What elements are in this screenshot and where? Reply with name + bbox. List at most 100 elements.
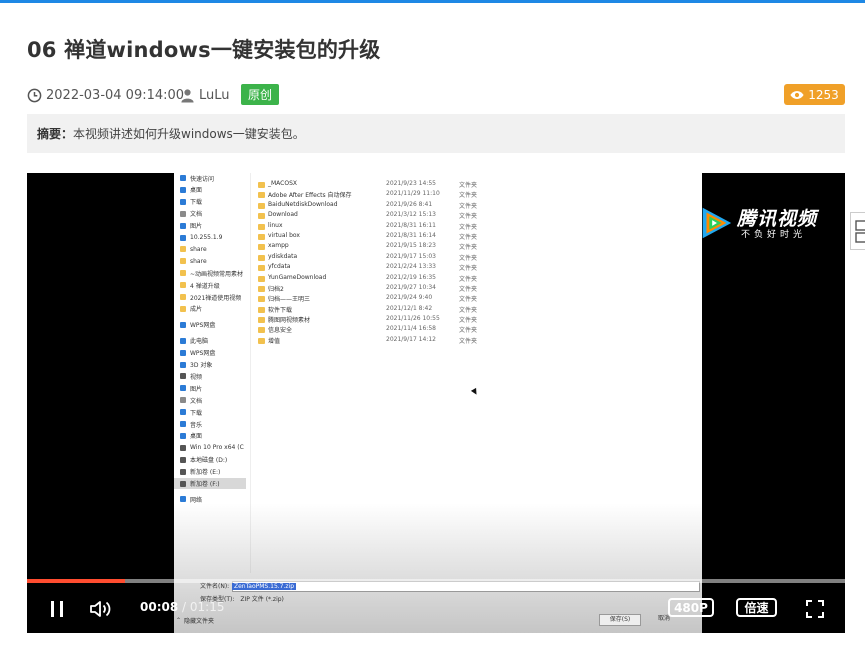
file-date: 2021/9/17 14:12 [386,335,436,343]
explorer-nav-item: 视频 [180,371,202,381]
nav-folder-icon [180,270,186,277]
file-date: 2021/9/26 8:41 [386,200,433,208]
clock-icon [27,88,42,102]
folder-icon [258,254,265,261]
explorer-nav-item: 音乐 [180,419,202,429]
nav-item-label: 10.255.1.9 [190,234,223,241]
nav-item-label: 3D 对象 [190,362,213,369]
explorer-nav-item: 新加卷 (F:) [180,479,220,489]
nav-folder-icon [180,294,186,300]
nav-item-label: 文档 [190,211,203,219]
explorer-file-row: Adobe After Effects 自动保存 2021/11/29 11:10… [258,190,698,200]
explorer-file-row: 增值 2021/9/17 14:12 文件夹 [258,336,698,346]
summary-text: 本视频讲述如何升级windows一键安装包。 [73,127,305,141]
explorer-nav-item: 文档 [180,395,202,405]
nav-folder-icon [180,496,186,503]
nav-item-label: 桌面 [190,187,203,195]
file-name: 归档2 [268,285,284,293]
folder-icon [258,192,265,199]
view-count: 1253 [808,87,839,102]
nav-folder-icon [180,373,186,380]
explorer-file-row: YunGameDownload 2021/2/19 16:35 文件夹 [258,274,698,284]
fullscreen-button[interactable] [803,598,827,620]
nav-item-label: Win 10 Pro x64 (C [190,444,244,452]
nav-folder-icon [180,349,186,356]
top-accent-bar [0,0,865,3]
folder-icon [258,213,265,220]
nav-item-label: 视频 [190,373,203,381]
explorer-file-row: virtual box 2021/8/31 16:14 文件夹 [258,232,698,242]
file-name: ydiskdata [268,252,298,260]
nav-folder-icon [180,234,186,241]
explorer-nav-item: 下载 [180,407,202,417]
explorer-file-row: 腾图网视频素材 2021/11/26 10:55 文件夹 [258,315,698,325]
explorer-nav-item: 本地磁盘 (D:) [180,455,227,465]
file-name: virtual box [268,231,300,239]
mouse-cursor-icon [470,387,480,397]
file-name: 信息安全 [268,327,293,335]
file-type: 文件夹 [459,306,478,314]
nav-folder-icon [180,210,186,217]
file-name: Adobe After Effects 自动保存 [268,192,352,200]
nav-item-label: 图片 [190,223,203,231]
file-name: Download [268,211,298,219]
explorer-nav-item: WPS网盘 [180,320,215,330]
nav-folder-icon [180,186,186,193]
nav-folder-icon [180,444,186,451]
nav-folder-icon [180,258,186,265]
explorer-file-row: linux 2021/8/31 16:11 文件夹 [258,222,698,232]
video-duration: 01:15 [189,600,225,614]
folder-icon [258,223,265,230]
explorer-nav-item: 图片 [180,221,202,231]
file-type: 文件夹 [459,254,478,262]
file-date: 2021/9/15 18:23 [386,242,436,250]
video-player[interactable]: 快速访问 桌面 下载 文档 图片 10.255.1.9 share share ~动画视频常用素… [27,173,845,633]
nav-item-label: share [190,245,207,253]
tencent-video-logo-slogan: 不负好时光 [741,230,807,240]
tencent-video-play-icon [702,207,732,239]
nav-item-label: 成片 [190,306,203,314]
nav-item-label: ~动画视频常用素材 [190,270,244,278]
file-name: 腾图网视频素材 [268,317,311,325]
nav-item-label: 本地磁盘 (D:) [190,457,228,465]
folder-icon [258,202,265,209]
nav-folder-icon [180,282,186,289]
side-floating-tool[interactable] [850,212,865,250]
file-date: 2021/12/1 8:42 [386,304,433,312]
quality-button[interactable]: 480P [668,598,714,617]
nav-item-label: 4 禅道升级 [190,282,220,290]
explorer-file-row: 归档——王明三 2021/9/24 9:40 文件夹 [258,294,698,304]
explorer-file-row: _MACOSX 2021/9/23 14:55 文件夹 [258,180,698,190]
file-type: 文件夹 [459,182,478,189]
explorer-nav-item: 3D 对象 [180,360,212,370]
file-type: 文件夹 [459,192,478,200]
file-name: xampp [268,242,289,250]
nav-item-label: 桌面 [190,433,203,441]
file-name: YunGameDownload [268,273,327,281]
file-type: 文件夹 [459,265,478,273]
file-type: 文件夹 [459,317,478,325]
user-icon [181,88,194,103]
explorer-file-list: _MACOSX 2021/9/23 14:55 文件夹 Adobe After Eff… [258,180,698,346]
nav-item-label: 下载 [190,199,203,207]
explorer-nav-item: 2021禅道使用视频 [180,292,241,302]
pause-button[interactable] [45,598,69,620]
explorer-nav-item: 桌面 [180,185,202,195]
tencent-video-logo: 腾讯视频 不负好时光 [697,202,827,242]
explorer-nav-item: WPS网盘 [180,348,215,358]
folder-icon [258,327,265,334]
nav-item-label: 快速访问 [190,175,215,183]
author[interactable]: LuLu [180,84,230,106]
volume-button[interactable] [88,598,114,620]
page-title: 06 禅道windows一键安装包的升级 [27,38,381,62]
file-name: _MACOSX [268,180,298,187]
playback-speed-button[interactable]: 倍速 [736,598,777,617]
summary-label: 摘要： [37,127,74,141]
video-time-display: 00:08 / 01:15 [140,600,224,614]
explorer-file-row: 归档2 2021/9/27 10:34 文件夹 [258,284,698,294]
file-date: 2021/9/17 15:03 [386,252,436,260]
nav-folder-icon [180,480,186,487]
nav-folder-icon [180,397,186,404]
file-type: 文件夹 [459,213,478,221]
file-type: 文件夹 [459,223,478,231]
